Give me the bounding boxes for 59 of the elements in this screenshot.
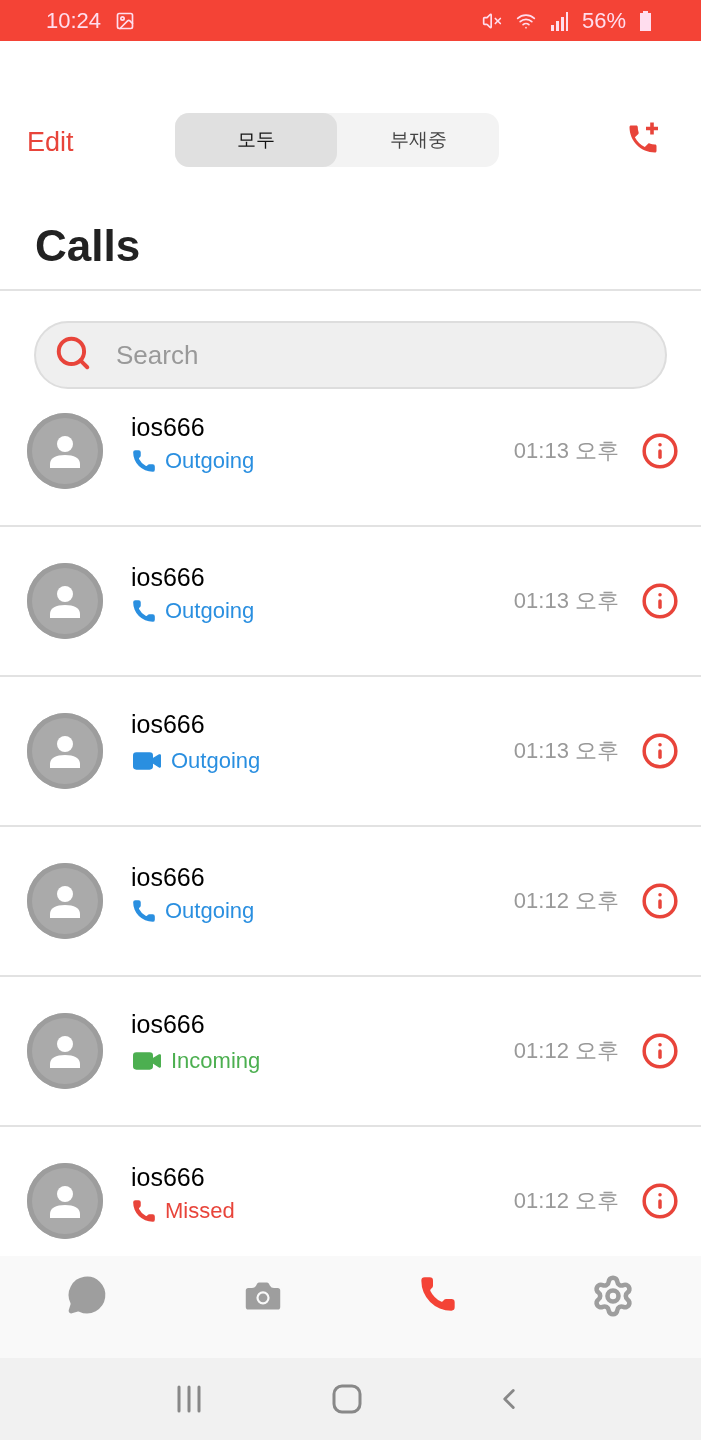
call-direction: Outgoing <box>131 897 255 924</box>
info-button[interactable] <box>641 582 679 620</box>
segment-tab[interactable]: 모두 <box>175 113 337 167</box>
person-icon <box>48 1034 82 1068</box>
info-icon <box>641 1182 679 1220</box>
info-button[interactable] <box>641 432 679 470</box>
call-direction: Outgoing <box>131 597 255 624</box>
info-icon <box>641 1032 679 1070</box>
info-icon <box>641 582 679 620</box>
person-icon <box>48 584 82 618</box>
info-button[interactable] <box>641 882 679 920</box>
info-button[interactable] <box>641 1032 679 1070</box>
mute-icon <box>481 10 502 31</box>
info-icon <box>641 432 679 470</box>
page-title: Calls <box>0 201 701 291</box>
person-icon <box>48 1184 82 1218</box>
call-row[interactable]: ios666 Outgoing 01:13 오후 <box>0 389 701 527</box>
edit-link[interactable]: Edit <box>27 127 175 158</box>
call-row[interactable]: ios666 Incoming 01:12 오후 <box>0 977 701 1127</box>
search-field[interactable]: Search <box>34 321 667 389</box>
call-direction: Outgoing <box>131 447 255 474</box>
contact-name: ios666 <box>131 862 206 892</box>
home-button[interactable] <box>332 1384 363 1414</box>
info-icon <box>641 732 679 770</box>
image-icon <box>115 10 136 31</box>
call-direction: Outgoing <box>131 744 261 777</box>
call-direction: Missed <box>131 1197 235 1224</box>
contact-name: ios666 <box>131 562 206 592</box>
phone-icon <box>131 1197 157 1224</box>
contact-name: ios666 <box>131 412 206 442</box>
call-time: 01:13 오후 <box>513 587 619 615</box>
info-icon <box>641 882 679 920</box>
phone-icon <box>131 597 157 624</box>
phone-icon <box>131 447 157 474</box>
contact-name: ios666 <box>131 1009 206 1039</box>
call-time: 01:12 오후 <box>513 1037 619 1065</box>
signal-icon <box>549 10 568 31</box>
battery-percent: 56% <box>581 7 626 34</box>
call-time: 01:13 오후 <box>513 737 619 765</box>
call-time: 01:12 오후 <box>513 887 619 915</box>
search-icon <box>54 334 92 372</box>
person-icon <box>48 434 82 468</box>
home-icon <box>332 1384 363 1414</box>
call-direction: Incoming <box>131 1044 261 1077</box>
phone-icon <box>131 897 157 924</box>
contact-name: ios666 <box>131 709 206 739</box>
call-time: 01:12 오후 <box>513 1187 619 1215</box>
call-row[interactable]: ios666 Outgoing 01:13 오후 <box>0 527 701 677</box>
person-icon <box>48 734 82 768</box>
call-row[interactable]: ios666 Outgoing 01:13 오후 <box>0 677 701 827</box>
status-time: 10:24 <box>46 7 102 34</box>
battery-icon <box>640 10 651 31</box>
person-icon <box>48 884 82 918</box>
contact-name: ios666 <box>131 1162 206 1192</box>
info-button[interactable] <box>641 1182 679 1220</box>
info-button[interactable] <box>641 732 679 770</box>
call-time: 01:13 오후 <box>513 437 619 465</box>
call-row[interactable]: ios666 Outgoing 01:12 오후 <box>0 827 701 977</box>
segment-tab[interactable]: 부재중 <box>337 113 499 167</box>
